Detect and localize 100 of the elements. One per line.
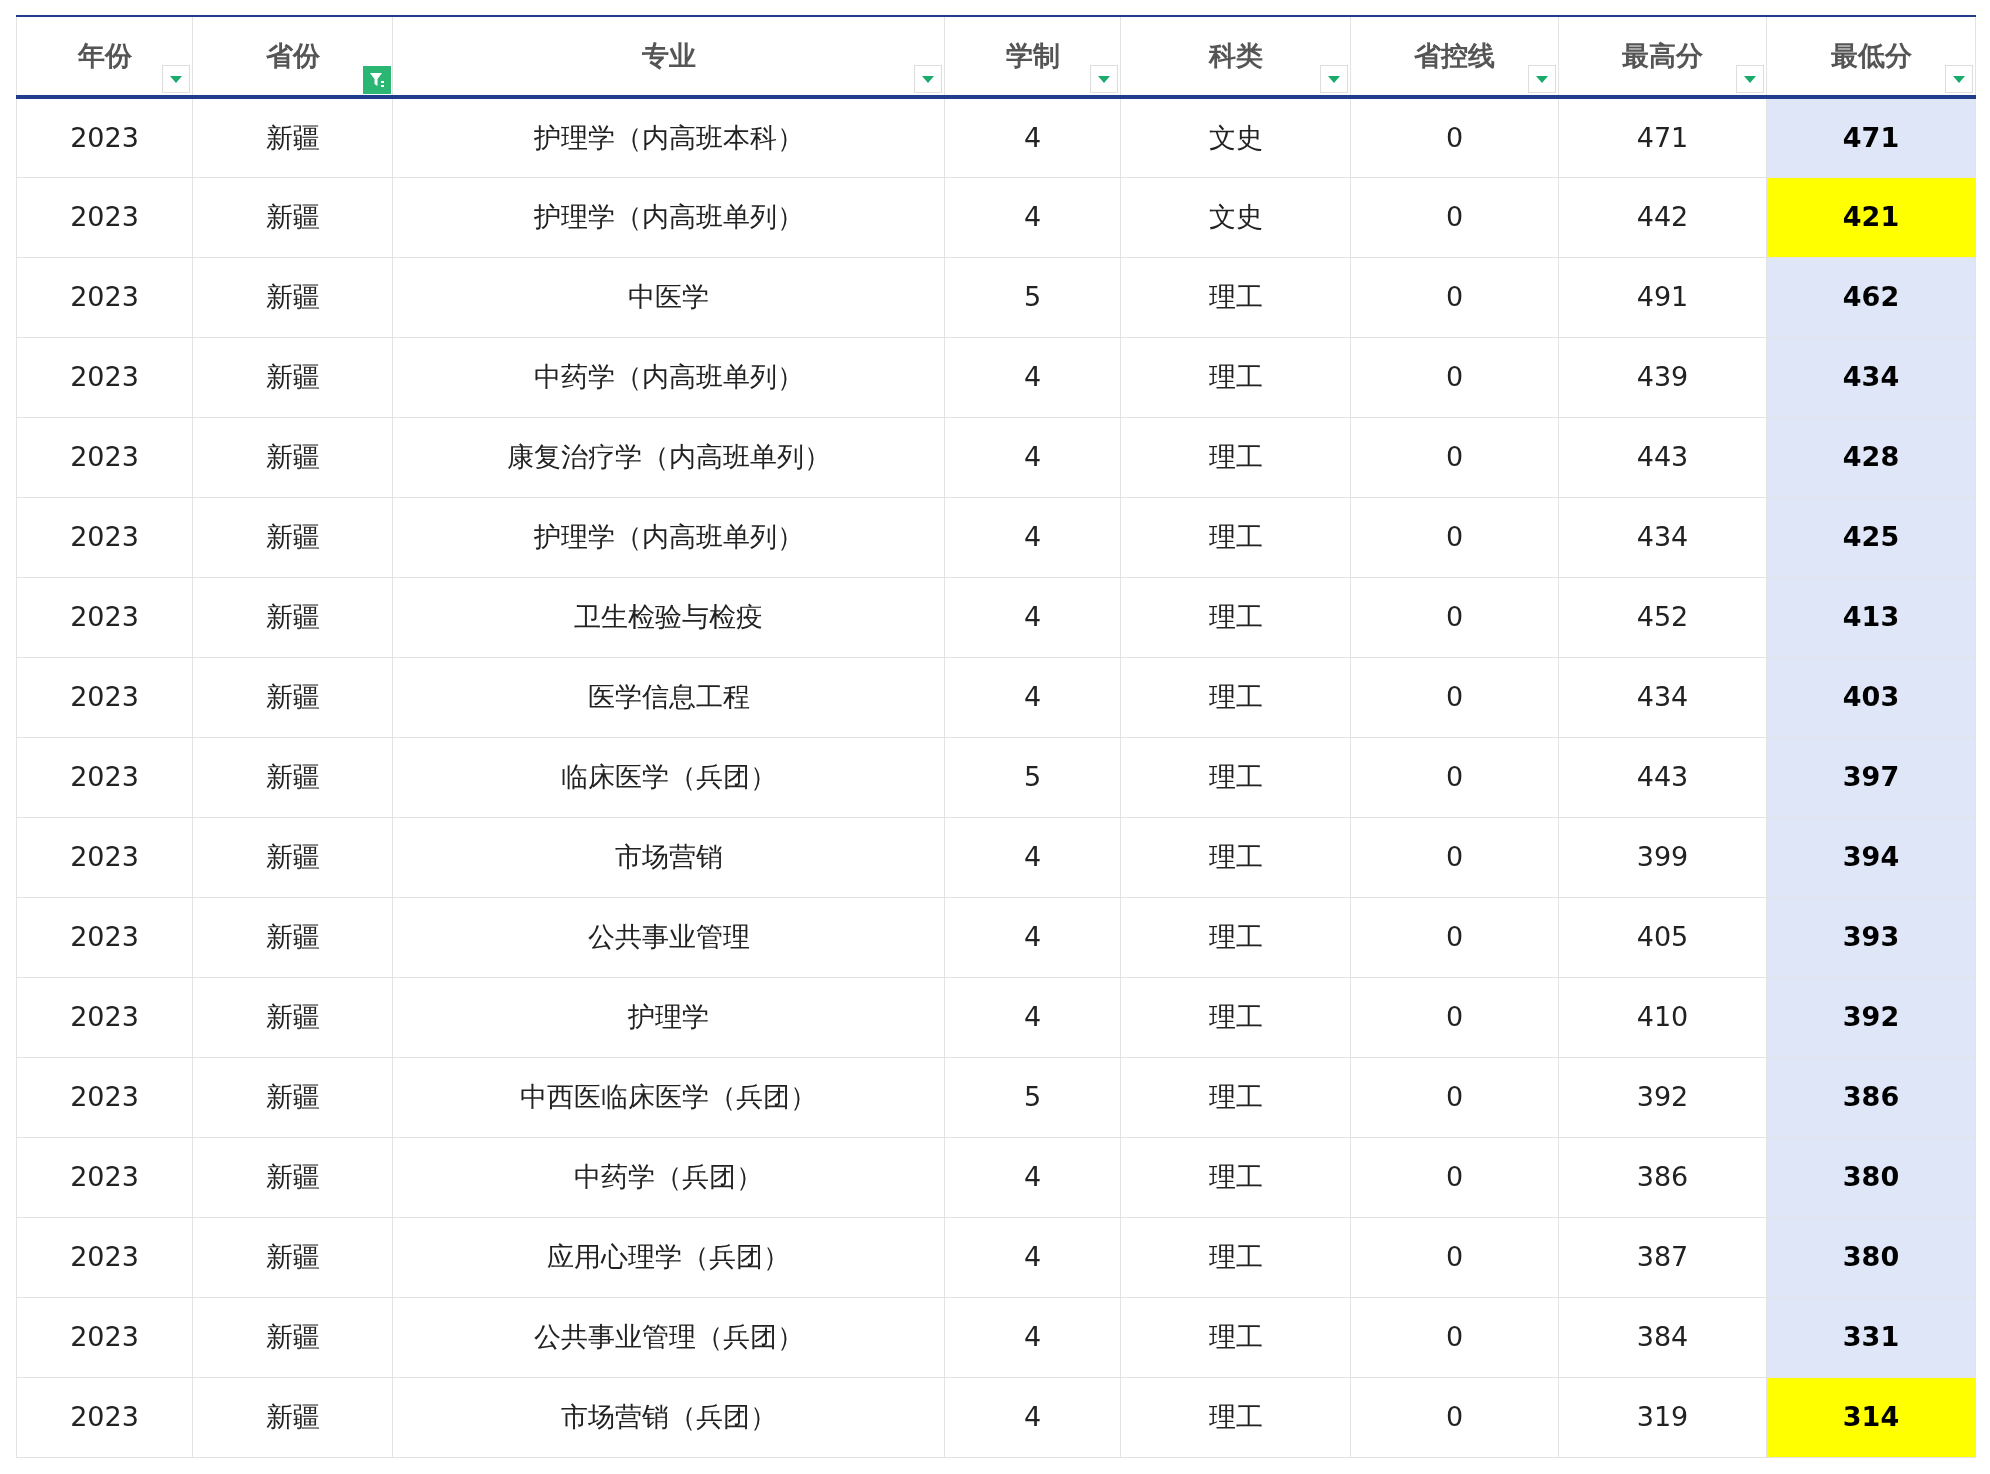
- caret-icon: [921, 74, 935, 84]
- table-cell: 4: [944, 817, 1121, 897]
- dropdown-button[interactable]: [1945, 65, 1973, 93]
- table-cell: 428: [1766, 417, 1976, 497]
- table-cell: 471: [1766, 97, 1976, 177]
- table-cell: 新疆: [192, 497, 393, 577]
- filter-active-icon[interactable]: [363, 66, 391, 94]
- table-cell: 理工: [1120, 257, 1351, 337]
- column-header: 学制: [1005, 39, 1060, 71]
- table-cell: 0: [1350, 417, 1559, 497]
- table-cell: 2023: [16, 337, 193, 417]
- table-cell: 392: [1558, 1057, 1767, 1137]
- table-cell: 理工: [1120, 1137, 1351, 1217]
- table-cell: 新疆: [192, 1217, 393, 1297]
- table-cell: 4: [944, 417, 1121, 497]
- table-cell: 4: [944, 577, 1121, 657]
- table-cell: 2023: [16, 737, 193, 817]
- column-header: 省控线: [1414, 39, 1495, 71]
- column-header: 省份: [265, 39, 320, 71]
- table-cell: 4: [944, 1137, 1121, 1217]
- table-cell: 4: [944, 337, 1121, 417]
- caret-icon: [1097, 74, 1111, 84]
- table-cell: 新疆: [192, 577, 393, 657]
- table-cell: 理工: [1120, 337, 1351, 417]
- caret-icon: [1743, 74, 1757, 84]
- table-cell: 4: [944, 897, 1121, 977]
- table-cell: 5: [944, 257, 1121, 337]
- table-cell: 2023: [16, 577, 193, 657]
- table-cell: 5: [944, 1057, 1121, 1137]
- table-cell: 0: [1350, 1377, 1559, 1457]
- table-cell: 公共事业管理: [392, 897, 945, 977]
- column-header: 科类: [1208, 39, 1263, 71]
- caret-icon: [1327, 74, 1341, 84]
- table-cell: 2023: [16, 497, 193, 577]
- table-cell: 文史: [1120, 177, 1351, 257]
- caret-icon: [169, 74, 183, 84]
- table-cell: 491: [1558, 257, 1767, 337]
- table-cell: 理工: [1120, 417, 1351, 497]
- table-cell: 护理学（内高班本科）: [392, 97, 945, 177]
- table-cell: 434: [1558, 657, 1767, 737]
- table-cell: 5: [944, 737, 1121, 817]
- table-cell: 386: [1558, 1137, 1767, 1217]
- table-cell: 新疆: [192, 1297, 393, 1377]
- table-cell: 2023: [16, 1297, 193, 1377]
- column-header: 最低分: [1830, 39, 1912, 71]
- table-cell: 314: [1766, 1377, 1976, 1457]
- table-cell: 0: [1350, 1137, 1559, 1217]
- table-cell: 理工: [1120, 577, 1351, 657]
- table-cell: 理工: [1120, 1377, 1351, 1457]
- table-cell: 319: [1558, 1377, 1767, 1457]
- table-cell: 384: [1558, 1297, 1767, 1377]
- table-cell: 0: [1350, 817, 1559, 897]
- table-cell: 462: [1766, 257, 1976, 337]
- table-cell: 0: [1350, 177, 1559, 257]
- table-cell: 理工: [1120, 1297, 1351, 1377]
- table-cell: 2023: [16, 417, 193, 497]
- table-cell: 2023: [16, 977, 193, 1057]
- table-cell: 452: [1558, 577, 1767, 657]
- table-cell: 4: [944, 177, 1121, 257]
- table-cell: 新疆: [192, 817, 393, 897]
- table-cell: 4: [944, 1297, 1121, 1377]
- table-cell: 4: [944, 1217, 1121, 1297]
- table-cell: 理工: [1120, 817, 1351, 897]
- table-cell: 理工: [1120, 737, 1351, 817]
- table-cell: 新疆: [192, 1057, 393, 1137]
- table-cell: 新疆: [192, 657, 393, 737]
- table-cell: 中医学: [392, 257, 945, 337]
- dropdown-button[interactable]: [1090, 65, 1118, 93]
- table-cell: 新疆: [192, 737, 393, 817]
- table-cell: 471: [1558, 97, 1767, 177]
- column-header: 最高分: [1622, 39, 1703, 71]
- column-header: 年份: [77, 39, 132, 71]
- table-cell: 0: [1350, 1057, 1559, 1137]
- dropdown-button[interactable]: [914, 65, 942, 93]
- table-cell: 新疆: [192, 1137, 393, 1217]
- table-cell: 410: [1558, 977, 1767, 1057]
- table-cell: 0: [1350, 1217, 1559, 1297]
- table-cell: 4: [944, 97, 1121, 177]
- dropdown-button[interactable]: [1736, 65, 1764, 93]
- table-cell: 医学信息工程: [392, 657, 945, 737]
- table-cell: 理工: [1120, 1057, 1351, 1137]
- table-cell: 护理学（内高班单列）: [392, 177, 945, 257]
- table-cell: 2023: [16, 1377, 193, 1457]
- table-cell: 386: [1766, 1057, 1976, 1137]
- column-header: 专业: [641, 39, 696, 71]
- dropdown-button[interactable]: [1320, 65, 1348, 93]
- table-cell: 442: [1558, 177, 1767, 257]
- table-cell: 394: [1766, 817, 1976, 897]
- table-cell: 0: [1350, 497, 1559, 577]
- table-cell: 2023: [16, 177, 193, 257]
- table-cell: 443: [1558, 417, 1767, 497]
- table-cell: 市场营销: [392, 817, 945, 897]
- table-cell: 380: [1766, 1137, 1976, 1217]
- table-cell: 405: [1558, 897, 1767, 977]
- table-cell: 护理学（内高班单列）: [392, 497, 945, 577]
- dropdown-button[interactable]: [1528, 65, 1556, 93]
- table-cell: 理工: [1120, 1217, 1351, 1297]
- table-cell: 4: [944, 497, 1121, 577]
- dropdown-button[interactable]: [162, 65, 190, 93]
- table-cell: 4: [944, 657, 1121, 737]
